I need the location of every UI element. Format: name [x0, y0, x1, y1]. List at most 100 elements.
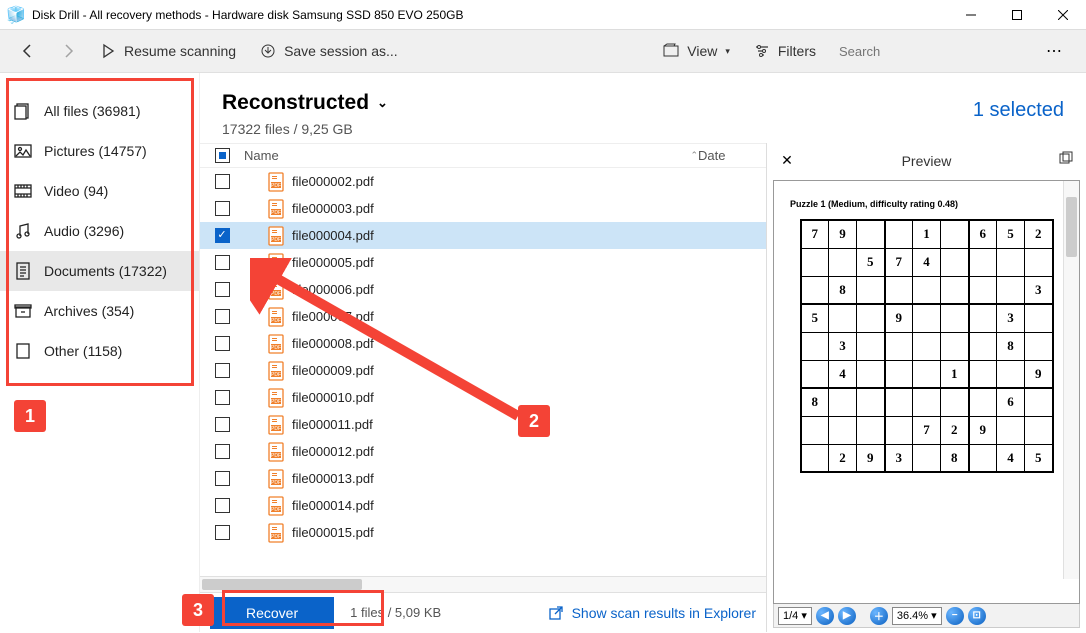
search-input[interactable] [830, 37, 1030, 65]
file-row[interactable]: PDF file000004.pdf [200, 222, 766, 249]
svg-text:PDF: PDF [271, 534, 281, 540]
callout-3: 3 [182, 594, 214, 626]
prev-page-button[interactable]: ◀ [816, 607, 834, 625]
preview-panel: ✕ Preview Puzzle 1 (Medium, difficulty r… [766, 143, 1086, 632]
file-row[interactable]: PDFfile000015.pdf [200, 519, 766, 546]
file-checkbox[interactable] [215, 309, 230, 324]
file-name: file000004.pdf [292, 228, 374, 243]
pdf-icon: PDF [268, 199, 284, 219]
next-page-button[interactable]: ▶ [838, 607, 856, 625]
file-checkbox[interactable] [215, 255, 230, 270]
file-checkbox[interactable] [215, 228, 230, 243]
close-preview-button[interactable]: ✕ [775, 152, 799, 169]
selected-count: 1 selected [973, 99, 1064, 122]
pdf-icon: PDF [268, 415, 284, 435]
file-checkbox[interactable] [215, 201, 230, 216]
puzzle-title: Puzzle 1 (Medium, difficulty rating 0.48… [790, 199, 1069, 209]
file-name: file000006.pdf [292, 282, 374, 297]
file-row[interactable]: PDF file000012.pdf [200, 438, 766, 465]
zoom-in-button[interactable]: ＋ [870, 607, 888, 625]
file-row[interactable]: PDF file000009.pdf [200, 357, 766, 384]
pdf-icon: PDF [268, 172, 284, 192]
file-checkbox[interactable] [215, 363, 230, 378]
maximize-button[interactable] [994, 0, 1040, 30]
callout-1: 1 [14, 400, 46, 432]
file-row[interactable]: PDFfile000011.pdf [200, 411, 766, 438]
file-checkbox[interactable] [215, 444, 230, 459]
pdf-icon: PDF [268, 388, 284, 408]
file-checkbox[interactable] [215, 390, 230, 405]
file-checkbox[interactable] [215, 525, 230, 540]
sudoku-grid: 791652574835933841986729293845 [800, 219, 1054, 473]
close-button[interactable] [1040, 0, 1086, 30]
svg-text:PDF: PDF [271, 210, 281, 216]
pdf-icon: PDF [268, 307, 284, 327]
zoom-level[interactable]: 36.4% ▾ [892, 607, 942, 625]
file-row[interactable]: PDF file000005.pdf [200, 249, 766, 276]
more-button[interactable]: ⋯ [1034, 35, 1076, 67]
svg-text:PDF: PDF [271, 372, 281, 378]
annotation-box-sidebar [6, 78, 194, 386]
pdf-icon: PDF [268, 361, 284, 381]
file-row[interactable]: PDF file000008.pdf [200, 330, 766, 357]
file-name: file000008.pdf [292, 336, 374, 351]
file-checkbox[interactable] [215, 417, 230, 432]
svg-text:PDF: PDF [271, 318, 281, 324]
popout-button[interactable] [1054, 151, 1078, 170]
filters-button[interactable]: Filters [744, 37, 826, 65]
save-session-button[interactable]: Save session as... [250, 37, 408, 65]
file-row[interactable]: PDFfile000013.pdf [200, 465, 766, 492]
pdf-icon: PDF [268, 253, 284, 273]
file-checkbox[interactable] [215, 174, 230, 189]
main: Reconstructed⌄ 17322 files / 9,25 GB 1 s… [200, 73, 1086, 632]
file-name: file000012.pdf [292, 444, 374, 459]
callout-2: 2 [518, 405, 550, 437]
minimize-button[interactable] [948, 0, 994, 30]
forward-button[interactable] [50, 37, 86, 65]
external-link-icon [548, 605, 564, 621]
page-title[interactable]: Reconstructed⌄ [222, 91, 388, 115]
file-name: file000002.pdf [292, 174, 374, 189]
page-indicator[interactable]: 1/4 ▾ [778, 607, 812, 625]
pdf-icon: PDF [268, 469, 284, 489]
pdf-icon: PDF [268, 334, 284, 354]
svg-text:PDF: PDF [271, 345, 281, 351]
fit-button[interactable]: ⊡ [968, 607, 986, 625]
file-row[interactable]: PDF file000002.pdf [200, 168, 766, 195]
svg-text:PDF: PDF [271, 480, 281, 486]
svg-text:PDF: PDF [271, 291, 281, 297]
select-all-checkbox[interactable] [215, 148, 230, 163]
file-row[interactable]: PDF file000003.pdf [200, 195, 766, 222]
svg-text:PDF: PDF [271, 183, 281, 189]
file-checkbox[interactable] [215, 471, 230, 486]
back-button[interactable] [10, 37, 46, 65]
zoom-out-button[interactable]: − [946, 607, 964, 625]
view-button[interactable]: View▾ [653, 37, 740, 65]
pdf-icon: PDF [268, 280, 284, 300]
file-name: file000007.pdf [292, 309, 374, 324]
file-row[interactable]: PDF file000006.pdf [200, 276, 766, 303]
window-title: Disk Drill - All recovery methods - Hard… [32, 8, 464, 22]
resume-scanning-button[interactable]: Resume scanning [90, 37, 246, 65]
titlebar: 🧊 Disk Drill - All recovery methods - Ha… [0, 0, 1086, 30]
file-checkbox[interactable] [215, 498, 230, 513]
file-row[interactable]: PDFfile000010.pdf [200, 384, 766, 411]
preview-vertical-scrollbar[interactable] [1063, 181, 1079, 579]
pdf-icon: PDF [268, 442, 284, 462]
file-name: file000009.pdf [292, 363, 374, 378]
preview-document: Puzzle 1 (Medium, difficulty rating 0.48… [773, 180, 1080, 604]
file-name: file000003.pdf [292, 201, 374, 216]
column-name[interactable]: Name⌃ [236, 148, 698, 163]
show-in-explorer-link[interactable]: Show scan results in Explorer [548, 605, 756, 621]
annotation-box-recover [222, 590, 384, 626]
file-summary: 17322 files / 9,25 GB [222, 121, 388, 137]
svg-text:PDF: PDF [271, 237, 281, 243]
file-checkbox[interactable] [215, 336, 230, 351]
column-date[interactable]: Date [698, 148, 758, 163]
file-row[interactable]: PDFfile000014.pdf [200, 492, 766, 519]
chevron-down-icon: ⌄ [377, 95, 388, 111]
file-row[interactable]: PDF file000007.pdf [200, 303, 766, 330]
svg-text:PDF: PDF [271, 426, 281, 432]
file-name: file000005.pdf [292, 255, 374, 270]
file-checkbox[interactable] [215, 282, 230, 297]
